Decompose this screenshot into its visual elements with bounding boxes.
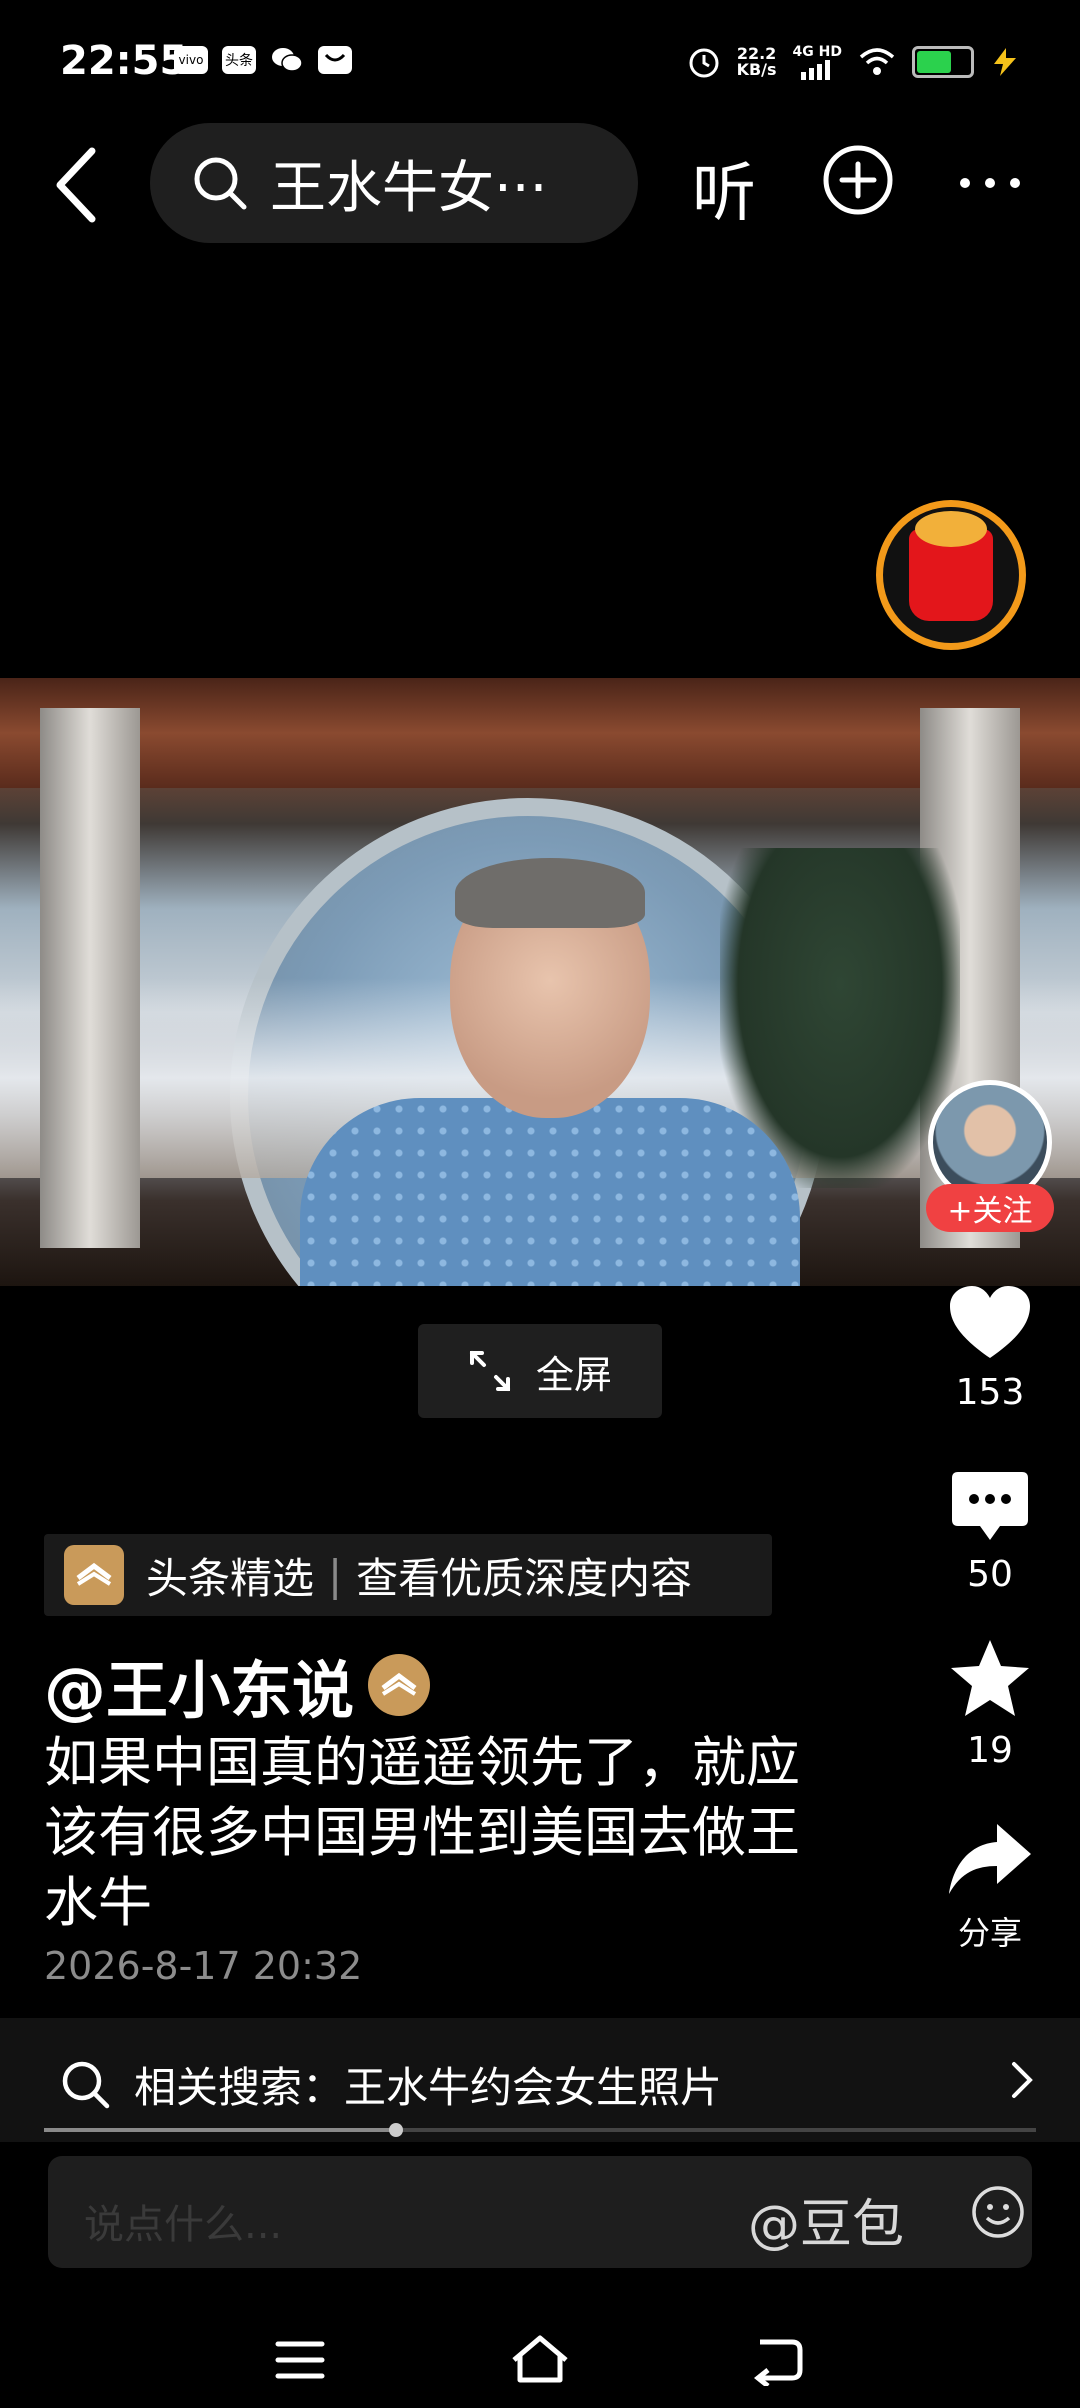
star-icon: [951, 1640, 1029, 1716]
listen-button[interactable]: 听: [692, 142, 756, 234]
comment-input[interactable]: 说点什么... @豆包: [48, 2156, 1032, 2268]
alarm-icon: [689, 48, 719, 78]
source-divider: |: [328, 1550, 343, 1600]
fullscreen-button[interactable]: 全屏: [418, 1324, 662, 1418]
status-right-group: 22.2 KB/s 4G HD: [687, 44, 1020, 80]
chevron-right-icon: [1012, 2062, 1033, 2098]
status-time: 22:55: [60, 38, 188, 84]
share-arrow-icon: [949, 1824, 1031, 1894]
net-speed: 22.2 KB/s: [737, 46, 777, 78]
battery-icon: [912, 46, 974, 78]
post-timestamp: 2026-8-17 20:32: [44, 1944, 363, 1988]
search-icon: [194, 157, 247, 210]
follow-button[interactable]: +关注: [926, 1184, 1054, 1232]
verified-badge-icon: [368, 1654, 431, 1716]
like-count: 153: [955, 1372, 1025, 1413]
share-button[interactable]: 分享: [920, 1822, 1060, 1954]
like-button[interactable]: 153: [920, 1284, 1060, 1413]
status-app-icons: vivo 头条: [174, 46, 352, 74]
net-speed-unit: KB/s: [736, 60, 777, 79]
source-tag[interactable]: 头条精选 | 查看优质深度内容: [44, 1534, 772, 1616]
comment-count: 50: [967, 1554, 1013, 1595]
favorite-count: 19: [967, 1730, 1013, 1771]
author-name-row[interactable]: @王小东说: [44, 1640, 431, 1730]
system-nav-bar: [0, 2300, 1080, 2408]
red-packet-reward-button[interactable]: [876, 500, 1026, 650]
toutiao-select-logo-icon: [64, 1545, 124, 1605]
message-app-icon: [318, 46, 352, 74]
add-circle-icon[interactable]: [822, 144, 894, 216]
search-icon: [62, 2061, 110, 2108]
more-options-icon[interactable]: [955, 150, 1025, 210]
mention-doubao-button[interactable]: @豆包: [748, 2182, 904, 2257]
signal-icon: [801, 60, 831, 80]
back-arrow-icon[interactable]: [50, 145, 110, 225]
related-search-label: 相关搜索：王水牛约会女生照片: [134, 2063, 723, 2112]
toutiao-icon: 头条: [222, 46, 256, 74]
fullscreen-label: 全屏: [535, 1352, 612, 1397]
heart-icon: [950, 1286, 1030, 1358]
charging-icon: [994, 48, 1016, 76]
expand-icon: [469, 1351, 510, 1391]
favorite-button[interactable]: 19: [920, 1638, 1060, 1771]
home-icon[interactable]: [508, 2334, 572, 2386]
comment-icon: [952, 1472, 1028, 1540]
video-player[interactable]: [0, 678, 1080, 1286]
source-tagline: 查看优质深度内容: [356, 1553, 693, 1603]
wifi-icon: [859, 48, 895, 75]
menu-icon[interactable]: [274, 2340, 326, 2380]
network-type: 4G HD: [792, 44, 842, 60]
back-nav-icon[interactable]: [752, 2334, 806, 2386]
wechat-icon: [270, 46, 304, 74]
red-packet-icon: [909, 511, 993, 621]
related-search-bar[interactable]: 相关搜索：王水牛约会女生照片: [0, 2018, 1080, 2142]
search-bar[interactable]: 王水牛女···: [150, 123, 638, 243]
source-name: 头条精选: [146, 1553, 315, 1603]
post-description: 如果中国真的遥遥领先了，就应该有很多中国男性到美国去做王水牛: [44, 1731, 800, 1934]
emoji-icon[interactable]: [970, 2184, 1026, 2240]
vivo-icon: vivo: [174, 46, 208, 74]
search-query: 王水牛女···: [270, 155, 548, 221]
comment-button[interactable]: 50: [920, 1470, 1060, 1595]
comment-placeholder: 说点什么...: [84, 2202, 283, 2248]
video-progress-bar[interactable]: [44, 2123, 1036, 2137]
share-label: 分享: [957, 1914, 1022, 1952]
video-progress-fill: [44, 2128, 397, 2132]
author-name: @王小东说: [44, 1654, 355, 1727]
